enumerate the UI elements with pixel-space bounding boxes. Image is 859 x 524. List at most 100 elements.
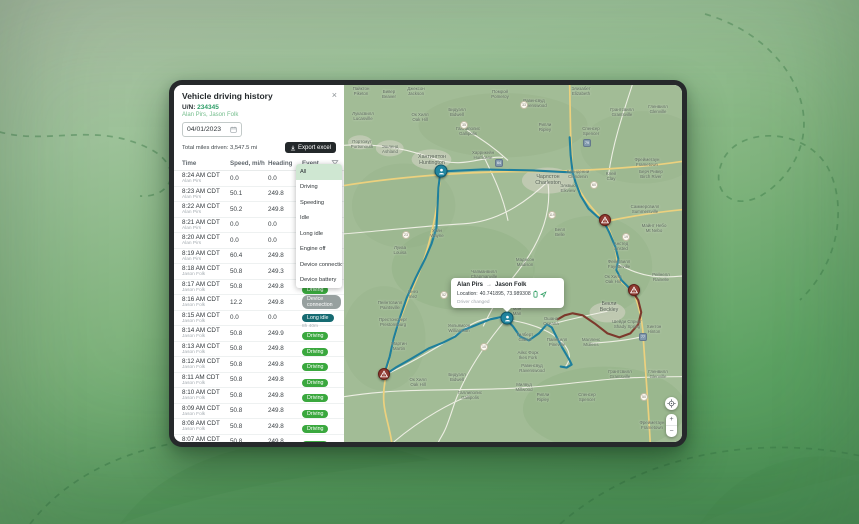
row-speed: 50.8 <box>230 283 268 290</box>
zoom-out-button[interactable]: − <box>666 426 677 437</box>
unit-value: 234345 <box>197 104 219 111</box>
popup-driver-from: Alan Pirs <box>457 282 483 288</box>
popup-coordinates: 40.741895, 73.989308 <box>480 291 531 297</box>
row-time: 8:17 AM CDT <box>182 281 230 288</box>
zoom-in-button[interactable]: + <box>666 414 677 426</box>
arrow-right-icon: → <box>486 282 492 288</box>
row-speed: 50.8 <box>230 330 268 337</box>
event-filter-option[interactable]: Long idle <box>296 226 342 242</box>
event-filter-option[interactable]: All <box>296 164 342 180</box>
row-driver: Jason Folk <box>182 396 230 402</box>
row-time: 8:10 AM CDT <box>182 389 230 396</box>
date-input[interactable]: 04/01/2023 <box>182 122 242 137</box>
row-driver: Alan Pirs <box>182 195 230 201</box>
row-driver: Jason Folk <box>182 350 230 356</box>
send-location-icon[interactable] <box>540 291 547 298</box>
event-badge: Driving <box>302 441 328 442</box>
row-driver: Jason Folk <box>182 427 230 433</box>
row-heading: 249.8 <box>268 423 302 430</box>
row-speed: 50.8 <box>230 361 268 368</box>
row-heading: 0.0 <box>268 314 302 321</box>
row-driver: Alan Pirs <box>182 226 230 232</box>
row-speed: 50.8 <box>230 376 268 383</box>
event-filter-option[interactable]: Idle <box>296 211 342 227</box>
crosshair-icon <box>667 399 676 408</box>
col-time[interactable]: Time <box>182 160 230 167</box>
driver-marker[interactable] <box>435 165 448 178</box>
zoom-controls: + − <box>666 414 677 437</box>
export-excel-button[interactable]: Export excel <box>285 142 336 153</box>
drivers-line: Alan Pirs, Jason Folk <box>174 111 344 118</box>
row-driver: Jason Folk <box>182 288 230 294</box>
row-time: 8:14 AM CDT <box>182 327 230 334</box>
event-filter-option[interactable]: Device battery <box>296 273 342 289</box>
row-heading: 249.8 <box>268 407 302 414</box>
unit-number: U/N: 234345 <box>174 101 344 111</box>
col-speed[interactable]: Speed, mi/h <box>230 160 268 167</box>
row-time: 8:22 AM CDT <box>182 203 230 210</box>
row-speed: 50.8 <box>230 392 268 399</box>
event-filter-option[interactable]: Driving <box>296 180 342 196</box>
row-time: 8:21 AM CDT <box>182 219 230 226</box>
popup-note: Driver changed <box>457 300 558 305</box>
app-window: Vehicle driving history × U/N: 234345 Al… <box>169 80 687 447</box>
row-driver: Jason Folk <box>182 334 230 340</box>
row-time: 8:13 AM CDT <box>182 343 230 350</box>
row-heading: 249.8 <box>268 345 302 352</box>
driver-change-popup: Alan Pirs → Jason Folk Location: 40.7418… <box>451 278 564 308</box>
event-badge: Long idle <box>302 314 334 322</box>
row-speed: 50.8 <box>230 423 268 430</box>
row-driver: Jason Folk <box>182 272 230 278</box>
event-filter-option[interactable]: Engine off <box>296 242 342 258</box>
table-row[interactable]: 8:07 AM CDTJason Folk50.8249.8Driving <box>174 435 344 443</box>
page-background: Vehicle driving history × U/N: 234345 Al… <box>0 0 859 524</box>
row-time: 8:08 AM CDT <box>182 420 230 427</box>
row-driver: Alan Pirs <box>182 257 230 263</box>
row-speed: 50.8 <box>230 345 268 352</box>
row-speed: 50.1 <box>230 190 268 197</box>
alert-marker[interactable] <box>628 284 640 296</box>
date-value: 04/01/2023 <box>187 126 221 133</box>
row-heading: 249.8 <box>268 392 302 399</box>
alert-marker[interactable] <box>599 214 611 226</box>
row-speed: 60.4 <box>230 252 268 259</box>
alert-marker[interactable] <box>378 368 390 380</box>
row-time: 8:19 AM CDT <box>182 250 230 257</box>
row-driver: Jason Folk <box>182 412 230 418</box>
row-driver: Jason Folk <box>182 303 230 309</box>
row-time: 8:07 AM CDT <box>182 436 230 443</box>
row-time: 8:09 AM CDT <box>182 405 230 412</box>
row-speed: 50.8 <box>230 268 268 275</box>
row-heading: 249.8 <box>268 376 302 383</box>
row-time: 8:18 AM CDT <box>182 265 230 272</box>
row-driver: Alan Pirs <box>182 241 230 247</box>
warning-icon <box>380 370 388 378</box>
row-time: 8:23 AM CDT <box>182 188 230 195</box>
close-icon[interactable]: × <box>332 91 337 99</box>
row-heading: 249.8 <box>268 299 302 306</box>
event-filter-option[interactable]: Speeding <box>296 195 342 211</box>
row-speed: 0.0 <box>230 314 268 321</box>
row-time: 8:20 AM CDT <box>182 234 230 241</box>
driver-icon <box>437 167 445 175</box>
row-driver: Alan Pirs <box>182 210 230 216</box>
row-speed: 50.8 <box>230 407 268 414</box>
map-canvas <box>344 85 682 442</box>
event-filter-option[interactable]: Device connection <box>296 257 342 273</box>
download-icon <box>290 145 296 151</box>
calendar-icon <box>230 126 237 133</box>
row-heading: 249.8 <box>268 361 302 368</box>
row-driver: Alan Pirs <box>182 179 230 185</box>
warning-icon <box>630 286 638 294</box>
row-speed: 0.0 <box>230 237 268 244</box>
row-time: 8:24 AM CDT <box>182 172 230 179</box>
total-miles: Total miles driven: 3,547.5 mi <box>182 145 257 151</box>
row-driver: Jason Folk <box>182 319 230 325</box>
driving-history-panel: Vehicle driving history × U/N: 234345 Al… <box>174 85 344 442</box>
row-driver: Jason Folk <box>182 365 230 371</box>
map[interactable]: ПайктонPiketonБиверBeaverДжексонJacksonП… <box>344 85 682 442</box>
row-time: 8:12 AM CDT <box>182 358 230 365</box>
panel-title: Vehicle driving history <box>182 91 273 101</box>
locate-button[interactable] <box>665 397 678 410</box>
row-driver: Jason Folk <box>182 381 230 387</box>
